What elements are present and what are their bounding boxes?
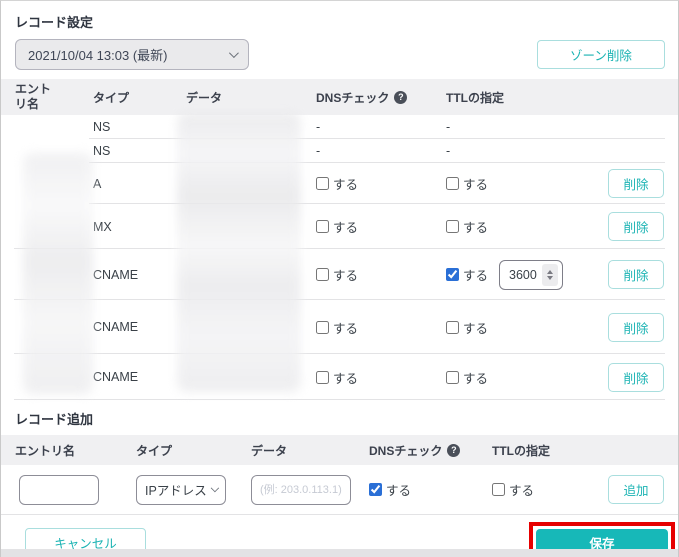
dns-check-input[interactable] [316,320,329,334]
toolbar: 2021/10/04 13:03 (最新) ゾーン削除 [1,39,678,70]
header-type: タイプ [93,90,130,105]
add-record-button[interactable]: 追加 [608,475,664,504]
record-settings-panel: レコード設定 2021/10/04 13:03 (最新) ゾーン削除 エントリ名… [0,0,679,557]
add-record-header: エントリ名 タイプ データ DNSチェック ? TTLの指定 [1,435,678,465]
record-type: CNAME [93,267,139,282]
dns-check-input[interactable] [316,177,329,190]
records-table-header: エントリ名 タイプ データ DNSチェック ? TTLの指定 [1,79,678,115]
dns-check-checkbox[interactable]: する [316,265,358,284]
header-dns-check: DNSチェック [316,90,390,105]
chevron-down-icon [210,483,220,493]
record-data-input[interactable] [251,474,351,505]
record-type: MX [93,219,112,234]
ttl-checkbox[interactable]: する [446,318,488,337]
delete-record-button[interactable]: 削除 [608,362,664,392]
ttl-value-stepper[interactable]: 3600 [499,259,564,290]
dns-check-input[interactable] [316,370,329,384]
add-record-row: IPアドレス する する 追加 [1,465,678,515]
delete-record-button[interactable]: 削除 [608,169,664,198]
header-ttl: TTLの指定 [446,90,504,105]
add-record-title: レコード追加 [15,412,94,427]
help-icon[interactable]: ? [394,90,408,104]
record-type: CNAME [93,370,139,384]
zone-version-value: 2021/10/04 13:03 (最新) [28,48,168,63]
ttl-checkbox[interactable]: する [446,265,488,284]
add-header-ttl: TTLの指定 [492,443,550,458]
dns-check-checkbox[interactable]: する [316,217,358,236]
record-row-cname-1: CNAME する する 3600 削除 [1,249,678,300]
ttl-check-input[interactable] [446,220,459,233]
zone-delete-button[interactable]: ゾーン削除 [537,40,665,69]
record-type-select[interactable]: IPアドレス [136,474,226,505]
help-icon[interactable]: ? [447,443,461,457]
record-row-cname-3: CNAME する する 削除 [1,354,678,400]
record-row-ns-1: NS - - [1,115,678,139]
record-type: NS [93,144,111,158]
record-row-a: A する する 削除 [1,163,678,204]
entry-name-input[interactable] [19,474,99,505]
header-data: データ [186,90,223,105]
add-ttl-check-input[interactable] [492,483,505,496]
delete-record-button[interactable]: 削除 [608,312,664,342]
add-header-entry: エントリ名 [15,443,76,458]
ttl-checkbox[interactable]: する [446,368,488,387]
dns-check-input[interactable] [316,268,329,281]
record-type: NS [93,120,111,134]
dns-check-input[interactable] [316,220,329,233]
ttl-checkbox[interactable]: する [446,174,488,193]
dns-check-none: - [316,120,321,134]
ttl-value: 3600 [509,267,537,282]
ttl-check-input[interactable] [446,268,459,281]
dns-check-checkbox[interactable]: する [316,318,358,337]
add-ttl-checkbox[interactable]: する [492,480,534,499]
page-title: レコード設定 [15,15,94,30]
delete-record-button[interactable]: 削除 [608,260,664,289]
ttl-check-input[interactable] [446,370,459,384]
record-type-selected: IPアドレス [145,484,207,498]
dns-check-checkbox[interactable]: する [316,174,358,193]
page-bottom-strip [1,549,678,557]
ttl-none: - [446,120,451,134]
add-dns-check-checkbox[interactable]: する [369,480,411,499]
dns-check-none: - [316,144,321,158]
header-entry-name: エントリ名 [15,82,52,111]
stepper-arrows-icon[interactable] [542,263,559,286]
add-header-data: データ [251,443,288,458]
ttl-checkbox[interactable]: する [446,217,488,236]
dns-check-checkbox[interactable]: する [316,368,358,387]
ttl-none: - [446,144,451,158]
chevron-down-icon [228,48,239,59]
record-type: CNAME [93,320,139,334]
ttl-check-input[interactable] [446,177,459,190]
record-row-mx: MX する する 削除 [1,204,678,249]
record-type: A [93,176,102,191]
delete-record-button[interactable]: 削除 [608,212,664,241]
zone-version-dropdown[interactable]: 2021/10/04 13:03 (最新) [15,39,249,70]
add-header-dns-check: DNSチェック [369,443,443,458]
record-row-ns-2: NS - - [1,139,678,163]
record-row-cname-2: CNAME する する 削除 [1,300,678,354]
add-header-type: タイプ [136,443,173,458]
add-dns-check-input[interactable] [369,483,382,496]
ttl-check-input[interactable] [446,320,459,334]
